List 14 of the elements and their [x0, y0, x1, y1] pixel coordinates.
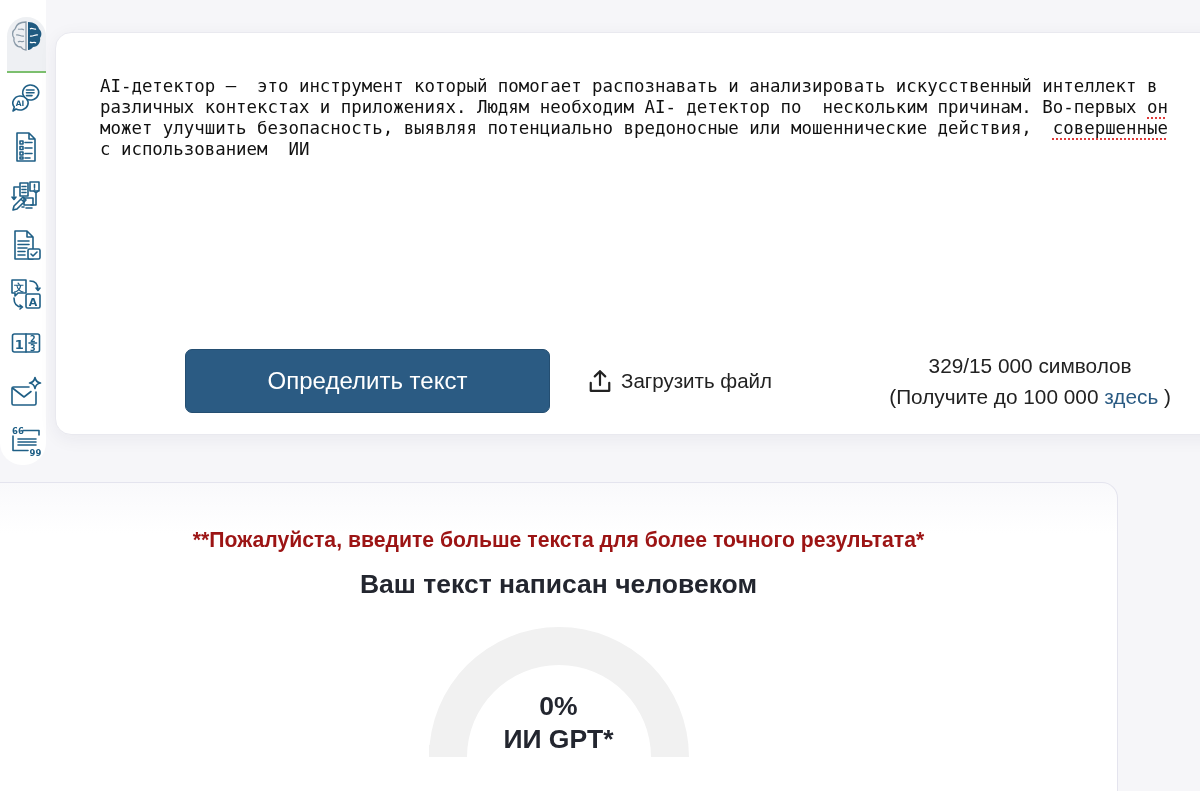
- warning-text: **Пожалуйста, введите больше текста для более точного результата*: [192, 528, 925, 552]
- character-count: 329/15 000 символов: [928, 354, 1132, 377]
- upgrade-note: (Получите до 100 000 здесь ): [889, 385, 1171, 408]
- envelope-sparkle-icon[interactable]: [10, 376, 42, 408]
- gauge-percent: 0%: [539, 691, 578, 721]
- detect-text-button[interactable]: Определить текст: [185, 349, 550, 413]
- upload-icon: [589, 370, 611, 392]
- upgrade-link[interactable]: здесь: [1104, 385, 1159, 408]
- upload-file-button[interactable]: Загрузить файл: [589, 369, 772, 393]
- gauge-label: ИИ GPT*: [503, 724, 614, 754]
- text-area-field[interactable]: AI-детектор — это инструмент который помогает распознавать и анализировать искусственный интеллект в различных контекстах и приложениях. Людям необходим AI- детектор по нескольким причинам. Во-первых он может улучшить безопасность, выявляя потенциально вредоносные или мошеннические действия, совершенные с использованием ИИ: [100, 76, 1173, 330]
- verdict-heading: Ваш текст написан человеком: [359, 570, 758, 598]
- diagram-pencil-icon[interactable]: [10, 180, 42, 212]
- brain-icon: [9, 20, 44, 52]
